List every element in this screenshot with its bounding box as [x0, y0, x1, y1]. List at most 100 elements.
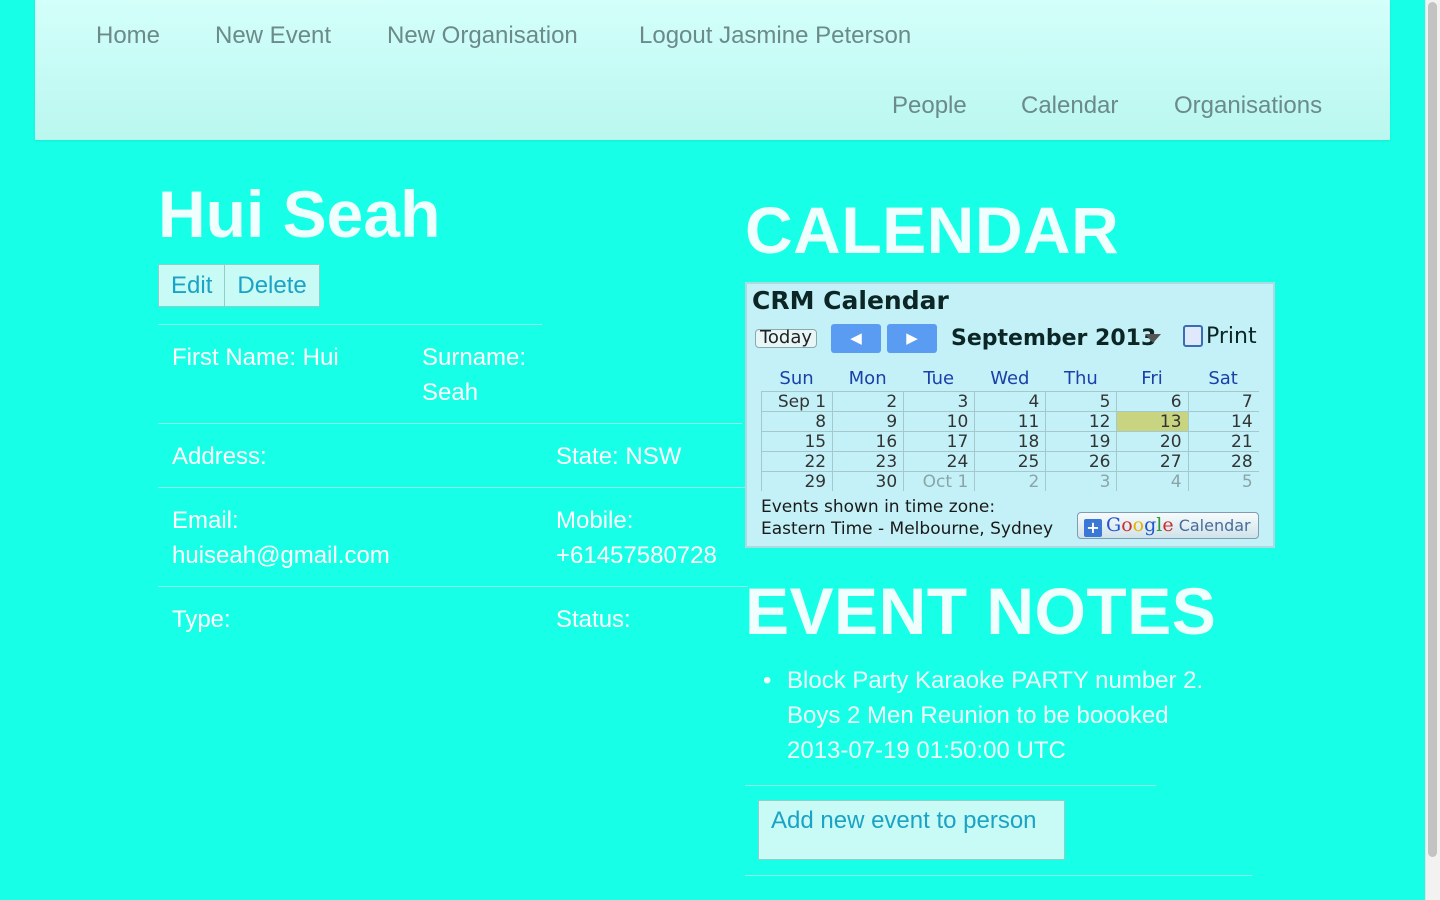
- calendar-day[interactable]: 2: [832, 391, 904, 411]
- nav-new-event-link[interactable]: New Event: [215, 22, 331, 50]
- state-field: State: NSW: [556, 443, 682, 470]
- add-event-button[interactable]: Add new event to person: [758, 800, 1065, 860]
- caret-down-icon[interactable]: [1145, 334, 1161, 343]
- email-value: huiseah@gmail.com: [172, 542, 390, 569]
- calendar-week: 29 30 Oct 1 2 3 4 5: [761, 471, 1259, 491]
- calendar-day[interactable]: 30: [832, 471, 904, 491]
- calendar-print-button[interactable]: Print: [1183, 324, 1257, 349]
- calendar-day[interactable]: 3: [1045, 471, 1117, 491]
- calendar-widget: CRM Calendar Today ◀ ▶ September 2013 Pr…: [745, 282, 1275, 548]
- calendar-day[interactable]: 28: [1187, 451, 1259, 471]
- calendar-widget-title: CRM Calendar: [752, 286, 949, 315]
- calendar-heading: CALENDAR: [745, 193, 1120, 267]
- nav-new-organisation-link[interactable]: New Organisation: [387, 22, 578, 50]
- calendar-day[interactable]: 20: [1116, 431, 1188, 451]
- weekday-label: Sun: [779, 368, 814, 389]
- calendar-day[interactable]: 26: [1045, 451, 1117, 471]
- weekday-label: Tue: [923, 368, 955, 389]
- divider: [745, 875, 1252, 876]
- calendar-day[interactable]: 3: [903, 391, 975, 411]
- calendar-day-today[interactable]: 13: [1116, 411, 1188, 431]
- calendar-day[interactable]: 15: [761, 431, 833, 451]
- chevron-left-icon: ◀: [850, 329, 862, 347]
- mobile-label: Mobile:: [556, 507, 634, 534]
- first-name-field: First Name: Hui: [172, 344, 339, 371]
- calendar-grid: Sun Mon Tue Wed Thu Fri Sat Sep 1 2 3 4 …: [761, 368, 1259, 491]
- calendar-today-button[interactable]: Today: [755, 329, 817, 348]
- edit-button[interactable]: Edit: [158, 264, 226, 307]
- mobile-value: +61457580728: [556, 542, 717, 569]
- nav-calendar-link[interactable]: Calendar: [1021, 92, 1118, 120]
- email-label: Email:: [172, 507, 239, 534]
- calendar-day[interactable]: 8: [761, 411, 833, 431]
- calendar-day[interactable]: 2: [974, 471, 1046, 491]
- calendar-day[interactable]: 27: [1116, 451, 1188, 471]
- top-nav: Home New Event New Organisation Logout J…: [35, 0, 1390, 140]
- divider: [745, 785, 1156, 786]
- calendar-day[interactable]: 19: [1045, 431, 1117, 451]
- nav-organisations-link[interactable]: Organisations: [1174, 92, 1322, 120]
- person-actions: Edit Delete: [158, 264, 320, 307]
- calendar-day[interactable]: 10: [903, 411, 975, 431]
- calendar-day[interactable]: 24: [903, 451, 975, 471]
- surname-value: Seah: [422, 379, 479, 406]
- person-name-heading: Hui Seah: [158, 177, 441, 251]
- calendar-week: 8 9 10 11 12 13 14: [761, 411, 1259, 431]
- calendar-day[interactable]: 21: [1187, 431, 1259, 451]
- weekday-label: Fri: [1141, 368, 1163, 389]
- calendar-day[interactable]: 9: [832, 411, 904, 431]
- calendar-day[interactable]: 23: [832, 451, 904, 471]
- calendar-week: 22 23 24 25 26 27 28: [761, 451, 1259, 471]
- calendar-day[interactable]: 25: [974, 451, 1046, 471]
- calendar-day[interactable]: 4: [974, 391, 1046, 411]
- divider: [158, 487, 748, 488]
- calendar-day[interactable]: 7: [1187, 391, 1259, 411]
- address-field: Address:: [172, 443, 267, 470]
- printer-icon: [1183, 325, 1203, 347]
- nav-logout-link[interactable]: Logout Jasmine Peterson: [639, 22, 911, 50]
- calendar-day[interactable]: 5: [1187, 471, 1259, 491]
- status-field: Status:: [556, 606, 631, 633]
- google-logo: Google: [1106, 514, 1174, 536]
- calendar-day[interactable]: 14: [1187, 411, 1259, 431]
- divider: [158, 423, 742, 424]
- calendar-month-label: September 2013: [951, 326, 1157, 351]
- calendar-day[interactable]: 29: [761, 471, 833, 491]
- divider: [158, 324, 542, 325]
- event-notes-heading: EVENT NOTES: [745, 574, 1217, 648]
- print-label: Print: [1206, 324, 1257, 349]
- calendar-day[interactable]: 22: [761, 451, 833, 471]
- calendar-prev-button[interactable]: ◀: [831, 324, 881, 353]
- calendar-day[interactable]: Oct 1: [903, 471, 975, 491]
- nav-home-link[interactable]: Home: [96, 22, 160, 50]
- event-notes-list: Block Party Karaoke PARTY number 2. Boys…: [763, 663, 1233, 768]
- calendar-day[interactable]: 12: [1045, 411, 1117, 431]
- calendar-day[interactable]: 11: [974, 411, 1046, 431]
- plus-icon: +: [1084, 519, 1102, 537]
- calendar-week: 15 16 17 18 19 20 21: [761, 431, 1259, 451]
- calendar-day[interactable]: 5: [1045, 391, 1117, 411]
- google-calendar-label: Calendar: [1178, 516, 1251, 535]
- delete-button[interactable]: Delete: [225, 264, 320, 307]
- weekday-label: Sat: [1208, 368, 1238, 389]
- weekday-label: Thu: [1064, 368, 1098, 389]
- weekday-label: Wed: [990, 368, 1030, 389]
- calendar-day[interactable]: 16: [832, 431, 904, 451]
- calendar-weekday-header: Sun Mon Tue Wed Thu Fri Sat: [761, 368, 1259, 391]
- nav-people-link[interactable]: People: [892, 92, 967, 120]
- google-calendar-button[interactable]: + Google Calendar: [1077, 512, 1259, 539]
- page-scrollbar[interactable]: [1425, 0, 1440, 900]
- divider: [158, 586, 748, 587]
- scrollbar-thumb[interactable]: [1428, 2, 1437, 857]
- calendar-week: Sep 1 2 3 4 5 6 7: [761, 391, 1259, 411]
- calendar-next-button[interactable]: ▶: [887, 324, 937, 353]
- chevron-right-icon: ▶: [906, 329, 918, 347]
- calendar-day[interactable]: 17: [903, 431, 975, 451]
- calendar-day[interactable]: 4: [1116, 471, 1188, 491]
- surname-label: Surname:: [422, 344, 527, 371]
- event-note-item: Block Party Karaoke PARTY number 2. Boys…: [763, 663, 1233, 768]
- calendar-day[interactable]: 18: [974, 431, 1046, 451]
- calendar-timezone-note: Events shown in time zone: Eastern Time …: [761, 497, 1054, 539]
- calendar-day[interactable]: Sep 1: [761, 391, 833, 411]
- calendar-day[interactable]: 6: [1116, 391, 1188, 411]
